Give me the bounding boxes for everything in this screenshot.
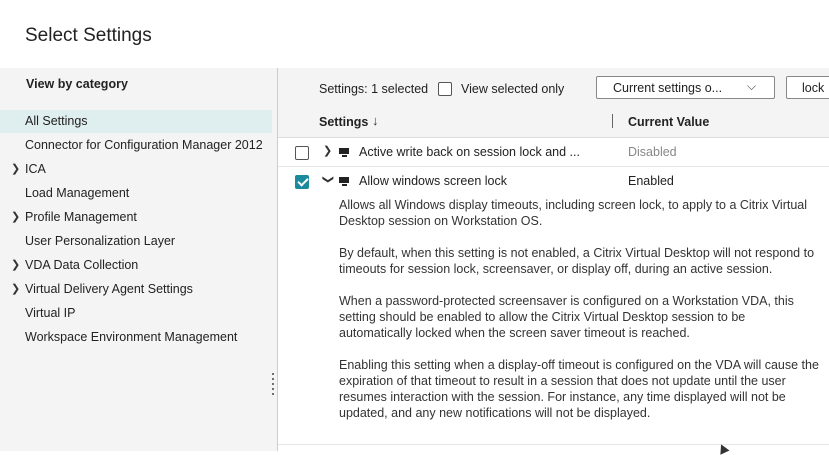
category-item-load-management[interactable]: Load Management bbox=[0, 182, 272, 205]
description-paragraph: Allows all Windows display timeouts, inc… bbox=[339, 198, 808, 228]
category-item-label: VDA Data Collection bbox=[25, 258, 139, 272]
category-item-label: ICA bbox=[25, 162, 46, 176]
category-item-label: Workspace Environment Management bbox=[25, 330, 238, 344]
description-paragraph: Enabling this setting when a display-off… bbox=[339, 358, 819, 420]
description-paragraph: When a password-protected screensaver is… bbox=[339, 294, 794, 340]
category-item-virtual-ip[interactable]: Virtual IP bbox=[0, 302, 272, 325]
category-item-connector[interactable]: Connector for Configuration Manager 2012 bbox=[0, 134, 272, 157]
settings-toolbar: Settings: 1 selected View selected only … bbox=[278, 68, 829, 105]
vertical-grip-icon[interactable] bbox=[271, 373, 275, 395]
dialog-header: Select Settings bbox=[0, 0, 829, 69]
category-item-user-personalization[interactable]: User Personalization Layer bbox=[0, 230, 272, 253]
filter-value: Current settings o... bbox=[613, 81, 723, 95]
category-item-all-settings[interactable]: All Settings bbox=[0, 110, 272, 133]
category-item-label: Load Management bbox=[25, 186, 130, 200]
view-selected-checkbox[interactable] bbox=[438, 82, 452, 96]
description-paragraph: By default, when this setting is not ena… bbox=[339, 246, 815, 276]
category-item-label: Profile Management bbox=[25, 210, 137, 224]
column-divider[interactable] bbox=[612, 114, 613, 128]
arrow-down-icon[interactable]: ↓ bbox=[372, 113, 379, 128]
chevron-right-icon[interactable]: ❯ bbox=[11, 254, 20, 277]
category-item-label: Connector for Configuration Manager 2012 bbox=[25, 138, 263, 152]
category-item-label: Virtual Delivery Agent Settings bbox=[25, 282, 193, 296]
column-settings[interactable]: Settings bbox=[319, 115, 368, 129]
monitor-icon bbox=[339, 148, 351, 157]
setting-name[interactable]: Active write back on session lock and ..… bbox=[359, 145, 580, 159]
category-item-wem[interactable]: Workspace Environment Management bbox=[0, 326, 272, 349]
category-sidebar: View by category All Settings Connector … bbox=[0, 68, 278, 451]
view-selected-label[interactable]: View selected only bbox=[461, 82, 564, 96]
category-item-vda-data-collection[interactable]: ❯ VDA Data Collection bbox=[0, 254, 272, 277]
setting-name[interactable]: Allow windows screen lock bbox=[359, 174, 507, 188]
category-heading: View by category bbox=[26, 77, 128, 91]
category-item-label: Virtual IP bbox=[25, 306, 76, 320]
chevron-down-icon[interactable]: ❯ bbox=[322, 175, 335, 184]
category-item-profile-management[interactable]: ❯ Profile Management bbox=[0, 206, 272, 229]
table-row[interactable]: ❯ Allow windows screen lock Enabled Allo… bbox=[278, 167, 829, 445]
table-row[interactable]: ❯ Active write back on session lock and … bbox=[278, 138, 829, 167]
category-item-ica[interactable]: ❯ ICA bbox=[0, 158, 272, 181]
category-item-label: User Personalization Layer bbox=[25, 234, 176, 248]
column-current-value[interactable]: Current Value bbox=[628, 115, 709, 129]
monitor-icon bbox=[339, 177, 351, 186]
search-input[interactable]: lock bbox=[786, 76, 829, 99]
chevron-right-icon[interactable]: ❯ bbox=[11, 206, 20, 229]
chevron-down-icon: ⌵ bbox=[747, 79, 757, 93]
settings-panel: Settings: 1 selected View selected only … bbox=[278, 68, 829, 451]
setting-value: Disabled bbox=[628, 145, 677, 159]
category-item-vda-settings[interactable]: ❯ Virtual Delivery Agent Settings bbox=[0, 278, 272, 301]
setting-description: Allows all Windows display timeouts, inc… bbox=[339, 197, 821, 437]
row-checkbox[interactable] bbox=[295, 175, 309, 189]
category-item-label: All Settings bbox=[25, 114, 88, 128]
row-checkbox[interactable] bbox=[295, 146, 309, 160]
settings-filter-dropdown[interactable]: Current settings o... ⌵ bbox=[596, 76, 775, 99]
selected-count: Settings: 1 selected bbox=[319, 82, 429, 96]
chevron-right-icon[interactable]: ❯ bbox=[11, 278, 20, 301]
dialog-title: Select Settings bbox=[25, 25, 152, 46]
table-header: Settings ↓ Current Value bbox=[278, 105, 829, 138]
chevron-right-icon[interactable]: ❯ bbox=[11, 158, 20, 181]
setting-value: Enabled bbox=[628, 174, 674, 188]
chevron-right-icon[interactable]: ❯ bbox=[323, 144, 332, 157]
